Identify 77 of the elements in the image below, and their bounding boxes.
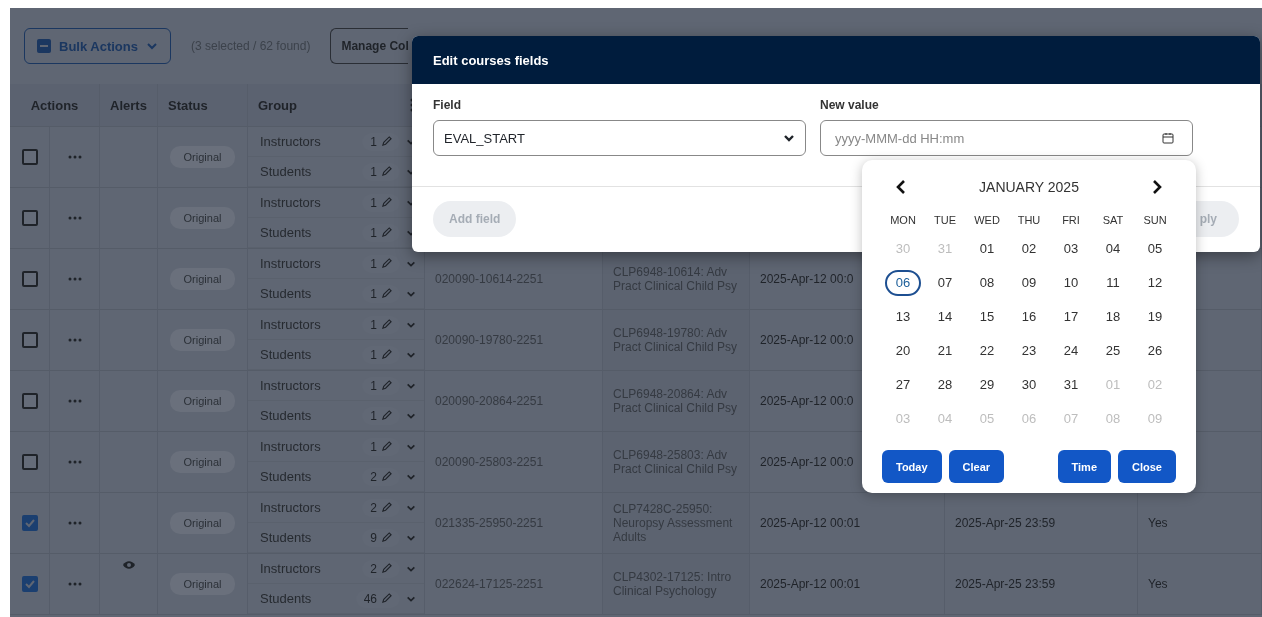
status-badge: Original	[169, 512, 236, 534]
calendar-day[interactable]: 15	[969, 304, 1005, 330]
calendar-day[interactable]: 20	[885, 338, 921, 364]
group-label: Instructors	[260, 378, 322, 393]
group-label: Instructors	[260, 195, 322, 210]
calendar-day[interactable]: 17	[1053, 304, 1089, 330]
status-badge: Original	[169, 268, 236, 290]
calendar-day[interactable]: 24	[1053, 338, 1089, 364]
group-label: Students	[260, 530, 313, 545]
calendar-day[interactable]: 03	[1053, 236, 1089, 262]
calendar-day[interactable]: 05	[1137, 236, 1173, 262]
column-header: Status	[158, 84, 248, 127]
calendar-action-button[interactable]: Today	[882, 450, 942, 483]
column-header: Actions	[10, 84, 100, 127]
group-label: Students	[260, 347, 313, 362]
calendar-day[interactable]: 08	[969, 270, 1005, 296]
weekday-label: THU	[1016, 213, 1042, 228]
group-label: Instructors	[260, 256, 322, 271]
group-label: Students	[260, 469, 313, 484]
status-badge: Original	[169, 329, 236, 351]
date-input-field[interactable]: yyyy-MMM-dd HH:mm	[820, 120, 1193, 156]
calendar-day[interactable]: 31	[1053, 372, 1089, 398]
weekday-label: SAT	[1101, 213, 1125, 228]
calendar-day[interactable]: 04	[1095, 236, 1131, 262]
calendar-day[interactable]: 01	[969, 236, 1005, 262]
calendar-day[interactable]: 27	[885, 372, 921, 398]
group-label: Instructors	[260, 134, 322, 149]
weekday-label: FRI	[1061, 213, 1081, 228]
column-title: Group	[258, 97, 297, 113]
table-cell: 2025-Apr-25 23:59	[945, 493, 1138, 554]
group-label: Students	[260, 286, 313, 301]
weekday-label: SUN	[1142, 213, 1168, 228]
new-value-label: New value	[820, 98, 880, 112]
group-label: Students	[260, 164, 313, 179]
calendar-day[interactable]: 30	[1011, 372, 1047, 398]
calendar-day[interactable]: 22	[969, 338, 1005, 364]
status-badge: Original	[169, 573, 236, 595]
calendar-action-button[interactable]: Close	[1118, 450, 1176, 483]
calendar-day[interactable]: 02	[1011, 236, 1047, 262]
field-label: Field	[433, 98, 462, 112]
status-badge: Original	[169, 146, 236, 168]
calendar-day[interactable]: 11	[1095, 270, 1131, 296]
calendar-day[interactable]: 19	[1137, 304, 1173, 330]
calendar-day[interactable]: 26	[1137, 338, 1173, 364]
calendar-day[interactable]: 18	[1095, 304, 1131, 330]
field-select[interactable]: EVAL_START	[433, 120, 806, 156]
table-cell: Yes	[1138, 493, 1262, 554]
calendar-day[interactable]: 25	[1095, 338, 1131, 364]
group-label: Instructors	[260, 561, 322, 576]
dialog-title: Edit courses fields	[433, 52, 549, 68]
status-badge: Original	[169, 207, 236, 229]
calendar-day[interactable]: 10	[1053, 270, 1089, 296]
month-title: JANUARY 2025	[979, 179, 1079, 195]
table-cell: Yes	[1138, 554, 1262, 615]
group-label: Instructors	[260, 317, 322, 332]
status-badge: Original	[169, 390, 236, 412]
calendar-day[interactable]: 29	[969, 372, 1005, 398]
calendar-day[interactable]: 16	[1011, 304, 1047, 330]
column-header: Alerts	[100, 84, 158, 127]
calendar-day[interactable]: 09	[1011, 270, 1047, 296]
weekday-label: TUE	[933, 213, 957, 228]
calendar-day[interactable]: 06	[885, 270, 921, 296]
group-label: Students	[260, 408, 313, 423]
group-label: Instructors	[260, 439, 322, 454]
calendar-action-button[interactable]: Time	[1057, 450, 1112, 483]
calendar-day[interactable]: 12	[1137, 270, 1173, 296]
table-cell: 2025-Apr-12 00:01	[750, 554, 945, 615]
weekday-label: MON	[889, 213, 917, 228]
calendar-action-button[interactable]: Clear	[948, 450, 1005, 483]
calendar-day[interactable]: 23	[1011, 338, 1047, 364]
group-label: Students	[260, 591, 313, 606]
weekday-label: WED	[973, 213, 1001, 228]
table-cell: 2025-Apr-12 00:01	[750, 493, 945, 554]
status-badge: Original	[169, 451, 236, 473]
group-label: Instructors	[260, 500, 322, 515]
group-label: Students	[260, 225, 313, 240]
table-cell: 2025-Apr-25 23:59	[945, 554, 1138, 615]
